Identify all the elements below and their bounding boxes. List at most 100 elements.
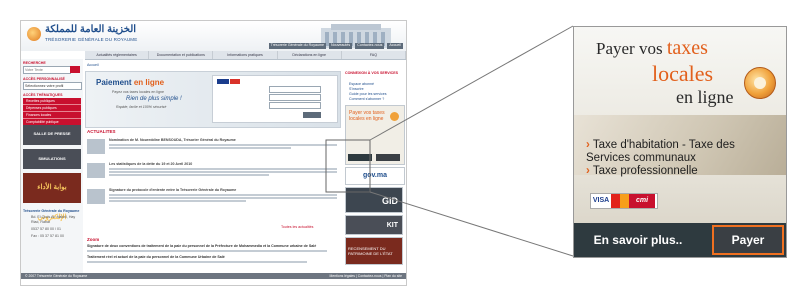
coin-icon: [744, 67, 776, 99]
nav-item-documentation[interactable]: Documentation et publications: [149, 51, 214, 59]
password-field[interactable]: [269, 94, 321, 101]
arrow-icon: ›: [586, 165, 590, 177]
news-title[interactable]: Signature du protocole d'entente entre l…: [109, 188, 236, 192]
banner-slogan: Rien de plus simple !: [126, 96, 182, 102]
ad-title-highlight: taxes: [666, 37, 708, 59]
gov-ma-box[interactable]: gov.ma: [345, 167, 405, 185]
tax-payment-ad[interactable]: Payer vos taxes locales en ligne › Taxe d…: [573, 26, 787, 258]
login-form: [212, 75, 338, 123]
phone-line: 0537 57 80 00 / 01: [31, 227, 61, 231]
small-ad-text: Payer vos taxes locales en ligne: [349, 110, 385, 122]
news-thumbnail: [87, 163, 105, 178]
tax-list: › Taxe d'habitation - Taxe des Services c…: [586, 139, 782, 178]
search-input[interactable]: [23, 66, 71, 74]
main-nav: Actualités réglementaires Documentation …: [85, 51, 406, 60]
search-heading: RECHERCHE: [23, 61, 46, 65]
tax-item-label: Taxe professionnelle: [592, 165, 698, 177]
news-heading: ACTUALITES: [87, 129, 116, 134]
payment-banner[interactable]: Paiement en ligne Payez vos taxes locale…: [85, 71, 341, 128]
site-logo-french: TRÉSORERIE GÉNÉRALE DU ROYAUME: [45, 37, 138, 42]
address-heading: Trésorerie Générale du Royaume: [23, 209, 80, 213]
nav-item-faq[interactable]: FAQ: [342, 51, 406, 59]
code-field[interactable]: [269, 102, 321, 109]
mastercard-logo: [230, 79, 240, 84]
connect-link[interactable]: Guide pour les services: [349, 92, 387, 96]
visa-logo: VISA: [592, 197, 610, 204]
simulations-box[interactable]: SIMULATIONS: [23, 149, 81, 169]
focus-section: Zoom Signature de deux conventions de tr…: [85, 237, 339, 271]
learn-more-button[interactable]: En savoir plus..: [578, 229, 698, 251]
gid-box[interactable]: GID: [345, 187, 403, 213]
focus-item-2[interactable]: Traitement réel et actuel de la paie du …: [87, 255, 337, 259]
address-line: Bd. El Qods Av. Nakhil, Hay Riad, Rabat: [31, 215, 76, 224]
thematic-item[interactable]: Dépenses publiques: [23, 105, 81, 112]
press-room-box[interactable]: SALLE DE PRESSE: [23, 125, 81, 145]
search-button[interactable]: [70, 66, 80, 73]
fax-line: Fax : 05 37 57 81 00: [31, 234, 64, 238]
profile-select[interactable]: Sélectionnez votre profil: [23, 82, 82, 90]
news-item[interactable]: Nomination de M. Noureddine BENSOUDA, Tr…: [85, 137, 339, 159]
login-button[interactable]: [303, 112, 321, 118]
tax-item-label: Taxe d'habitation - Taxe des Services co…: [586, 139, 735, 164]
site-footer: © 2007 Trésorerie Générale du Royaume Me…: [21, 273, 406, 279]
mastercard-logo: [611, 194, 629, 208]
cmi-logo: cmi: [629, 194, 655, 208]
focus-heading: Zoom: [87, 237, 100, 242]
top-link-news[interactable]: Nouveautés: [329, 43, 353, 49]
banner-title-1: Paiement: [96, 78, 132, 87]
tax-item: › Taxe d'habitation - Taxe des Services c…: [586, 139, 782, 165]
news-section: ACTUALITES Nomination de M. Noureddine B…: [85, 129, 339, 234]
breadcrumb[interactable]: Accueil: [87, 63, 99, 67]
thematic-item[interactable]: Finances locales: [23, 112, 81, 119]
focus-item-1[interactable]: Signature de deux conventions de traitem…: [87, 244, 337, 248]
top-link-contact[interactable]: Contactez-nous: [355, 43, 385, 49]
profile-heading: ACCÈS PERSONNALISÉ: [23, 77, 65, 81]
pay-button[interactable]: Payer: [712, 225, 784, 255]
site-logo-icon[interactable]: [27, 27, 41, 41]
patrimoine-box[interactable]: RECENSEMENT DU PATRIMOINE DE L'ÉTAT: [345, 237, 403, 265]
news-thumbnail: [87, 139, 105, 154]
top-link-home[interactable]: Accueil: [387, 43, 403, 49]
footer-links[interactable]: Mentions légales | Contactez-nous | Plan…: [330, 273, 402, 279]
top-links: Trésorerie Générale du Royaume Nouveauté…: [207, 43, 403, 49]
login-field[interactable]: [269, 86, 321, 93]
payment-cards: VISA cmi: [590, 193, 658, 209]
small-coin-icon: [390, 112, 399, 121]
more-news-link[interactable]: Toutes les actualités: [281, 225, 313, 229]
tax-item: › Taxe professionnelle: [586, 165, 782, 178]
small-tax-ad[interactable]: Payer vos taxes locales en ligne: [345, 105, 405, 165]
small-pay-button[interactable]: [376, 154, 400, 161]
news-thumbnail: [87, 189, 105, 204]
banner-tagline: Rapide, facile et 100% sécurisé: [116, 105, 167, 109]
connect-heading: CONNEXION À VOS SERVICES: [345, 71, 399, 75]
footer-copyright: © 2007 Trésorerie Générale du Royaume: [25, 274, 88, 278]
visa-logo: [217, 79, 229, 84]
connect-link[interactable]: S'inscrire: [349, 87, 364, 91]
right-column: CONNEXION À VOS SERVICES Espace abonné S…: [345, 71, 405, 276]
thematic-heading: ACCÈS THÉMATIQUES: [23, 93, 63, 97]
connect-link[interactable]: Comment s'abonner ?: [349, 97, 384, 101]
top-link-tgr[interactable]: Trésorerie Générale du Royaume: [268, 43, 327, 49]
small-more-button[interactable]: [348, 154, 372, 161]
news-title[interactable]: Nomination de M. Noureddine BENSOUDA, Tr…: [109, 138, 236, 142]
website-screenshot: الخزينة العامة للمملكة TRÉSORERIE GÉNÉRA…: [20, 20, 407, 286]
ad-title-line1: Payer vos: [596, 39, 667, 58]
news-item[interactable]: Signature du protocole d'entente entre l…: [85, 187, 339, 209]
connect-link[interactable]: Espace abonné: [349, 82, 374, 86]
banner-subtitle: Payez vos taxes locales en ligne: [112, 90, 164, 94]
nav-item-declarations[interactable]: Déclarations en ligne: [278, 51, 342, 59]
banner-title-2: en ligne: [133, 78, 165, 87]
arabic-portal-box[interactable]: بوابة الأداء الإلكتروني: [23, 173, 81, 221]
nav-item-info[interactable]: Informations pratiques: [213, 51, 278, 59]
arrow-icon: ›: [586, 139, 590, 151]
ad-title-line2: locales: [652, 61, 714, 86]
ad-title-line3: en ligne: [676, 87, 734, 107]
site-logo-arabic: الخزينة العامة للمملكة: [45, 24, 137, 35]
news-item[interactable]: Les statistiques de la dette du 19 et 20…: [85, 161, 339, 183]
kit-box[interactable]: KIT: [345, 215, 403, 235]
sidebar: RECHERCHE ACCÈS PERSONNALISÉ Sélectionne…: [21, 59, 83, 279]
nav-item-regulations[interactable]: Actualités réglementaires: [85, 51, 150, 59]
thematic-menu: Recettes publiques Dépenses publiques Fi…: [23, 98, 81, 126]
news-title[interactable]: Les statistiques de la dette du 19 et 20…: [109, 162, 192, 166]
thematic-item[interactable]: Recettes publiques: [23, 98, 81, 105]
